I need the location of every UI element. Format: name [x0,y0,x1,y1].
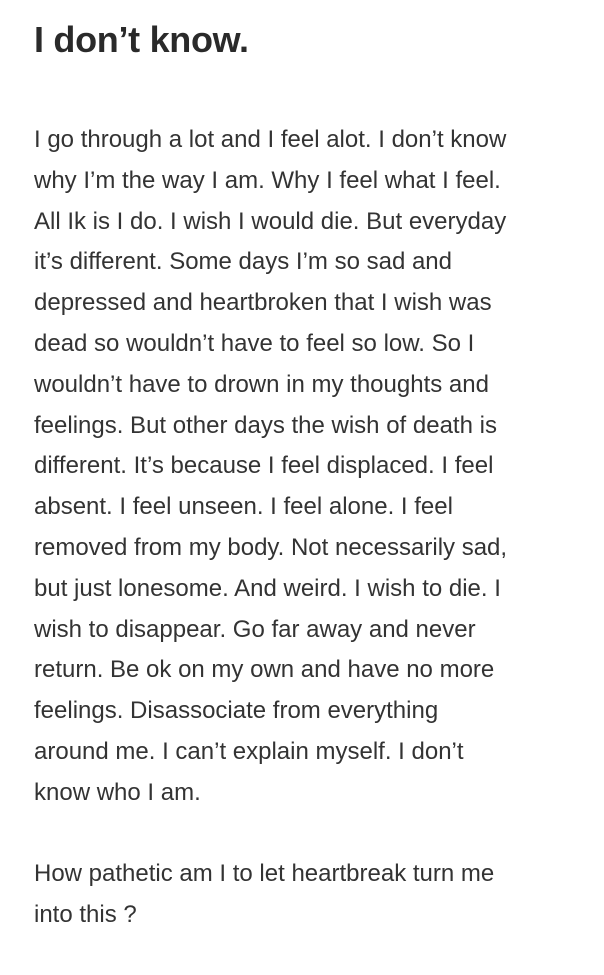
note-view: I don’t know. I go through a lot and I f… [0,0,604,936]
note-title: I don’t know. [34,19,249,60]
note-paragraph-2: How pathetic am I to let heartbreak turn… [34,860,495,929]
note-body[interactable]: I go through a lot and I feel alot. I do… [34,120,574,936]
note-paragraph-1: I go through a lot and I feel alot. I do… [34,126,508,806]
